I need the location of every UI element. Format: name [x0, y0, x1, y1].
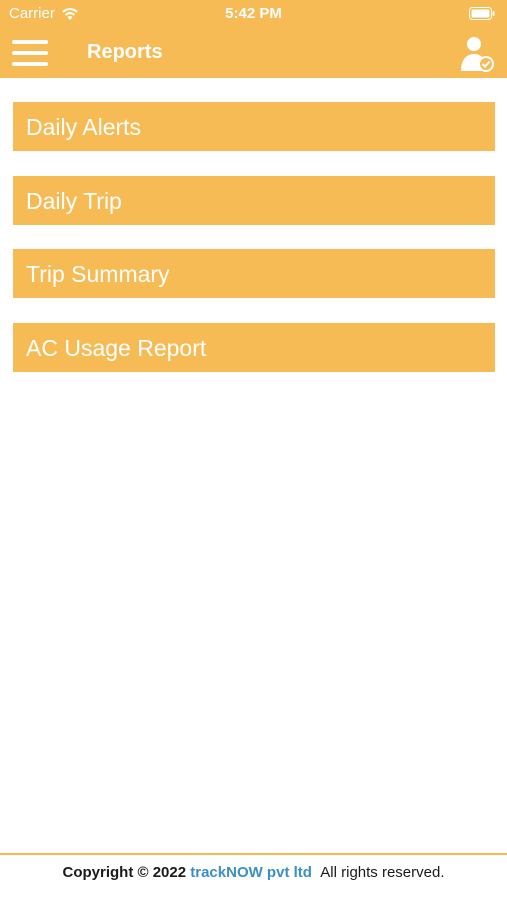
page-title: Reports: [87, 41, 163, 63]
nav-bar: Reports: [0, 28, 507, 78]
footer-copyright: Copyright © 2022: [62, 864, 187, 881]
report-item-ac-usage-report[interactable]: AC Usage Report: [13, 322, 495, 372]
user-verified-icon[interactable]: [459, 33, 495, 73]
footer-rights: All rights reserved.: [320, 864, 445, 881]
footer-brand-link[interactable]: trackNOW pvt ltd: [190, 864, 312, 881]
report-item-daily-alerts[interactable]: Daily Alerts: [13, 102, 495, 151]
battery-icon: [469, 7, 495, 20]
report-item-daily-trip[interactable]: Daily Trip: [13, 175, 495, 225]
status-bar: Carrier 5:42 PM: [0, 0, 507, 28]
report-item-trip-summary[interactable]: Trip Summary: [13, 249, 495, 298]
footer: Copyright © 2022 trackNOW pvt ltd All ri…: [0, 853, 507, 900]
hamburger-menu-icon[interactable]: [12, 40, 48, 66]
status-time: 5:42 PM: [225, 5, 282, 22]
report-list: Daily Alerts Daily Trip Trip Summary AC …: [13, 102, 495, 396]
